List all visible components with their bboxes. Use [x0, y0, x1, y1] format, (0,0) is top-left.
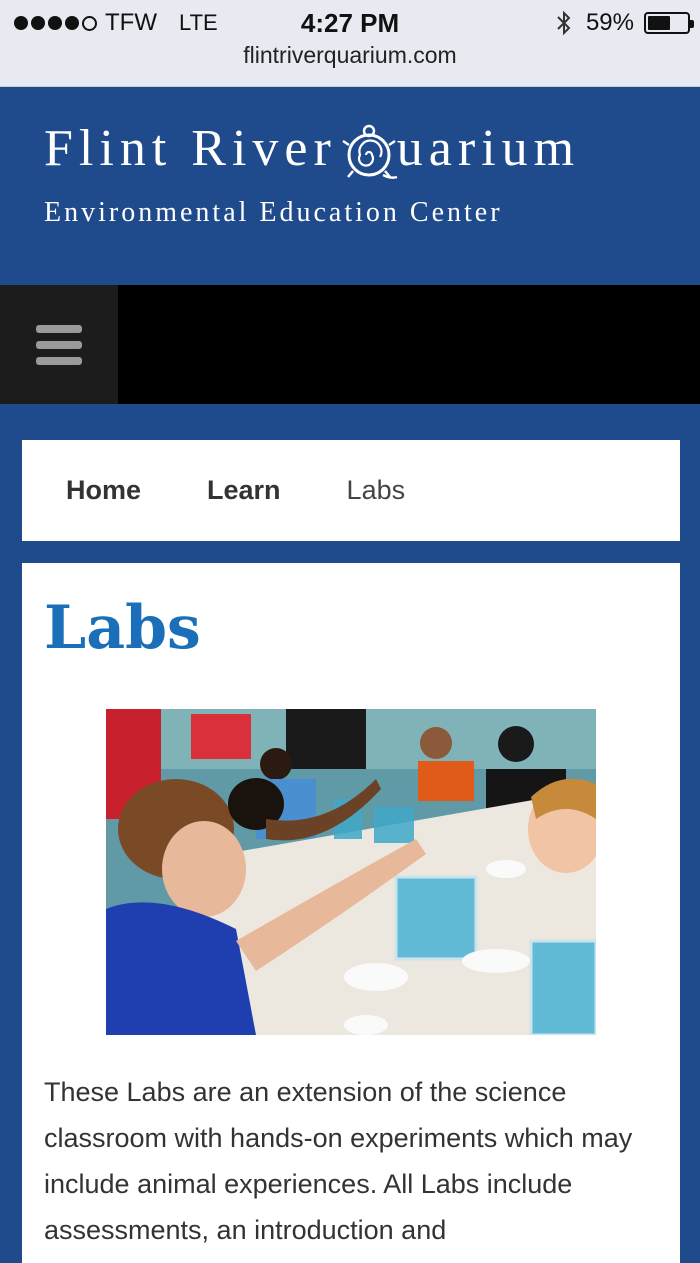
breadcrumb-current-page: Labs [346, 475, 406, 505]
site-logo-subtitle: Environmental Education Center [44, 197, 503, 228]
main-content: Labs These Labs are an extension of the … [22, 563, 680, 1263]
url-bar[interactable]: flintriverquarium.com [0, 42, 700, 69]
site-header: Flint River uarium Environmental Educati… [0, 87, 700, 285]
main-nav-bar [0, 285, 700, 404]
bluetooth-icon [557, 10, 571, 36]
logo-title-part1: Flint River [44, 120, 337, 177]
status-right: 59% [556, 8, 694, 38]
page-title: Labs [44, 593, 201, 663]
turtle-logo-icon [342, 124, 398, 179]
status-bar: TFW LTE 4:27 PM 59% [0, 6, 700, 40]
logo-title-part2: uarium [396, 120, 581, 177]
breadcrumb: Home Learn Labs [22, 440, 680, 541]
browser-chrome: TFW LTE 4:27 PM 59% flintriverquarium.co… [0, 0, 700, 87]
battery-icon [644, 12, 694, 34]
battery-percent: 59% [585, 9, 634, 36]
hamburger-menu-icon [36, 324, 82, 365]
breadcrumb-learn-link[interactable]: Learn [207, 475, 281, 506]
intro-paragraph: These Labs are an extension of the scien… [44, 1077, 633, 1245]
hero-photo [106, 709, 596, 1035]
menu-toggle-button[interactable] [0, 285, 118, 404]
site-logo-title[interactable]: Flint River uarium [44, 119, 580, 183]
breadcrumb-home-link[interactable]: Home [66, 475, 141, 506]
